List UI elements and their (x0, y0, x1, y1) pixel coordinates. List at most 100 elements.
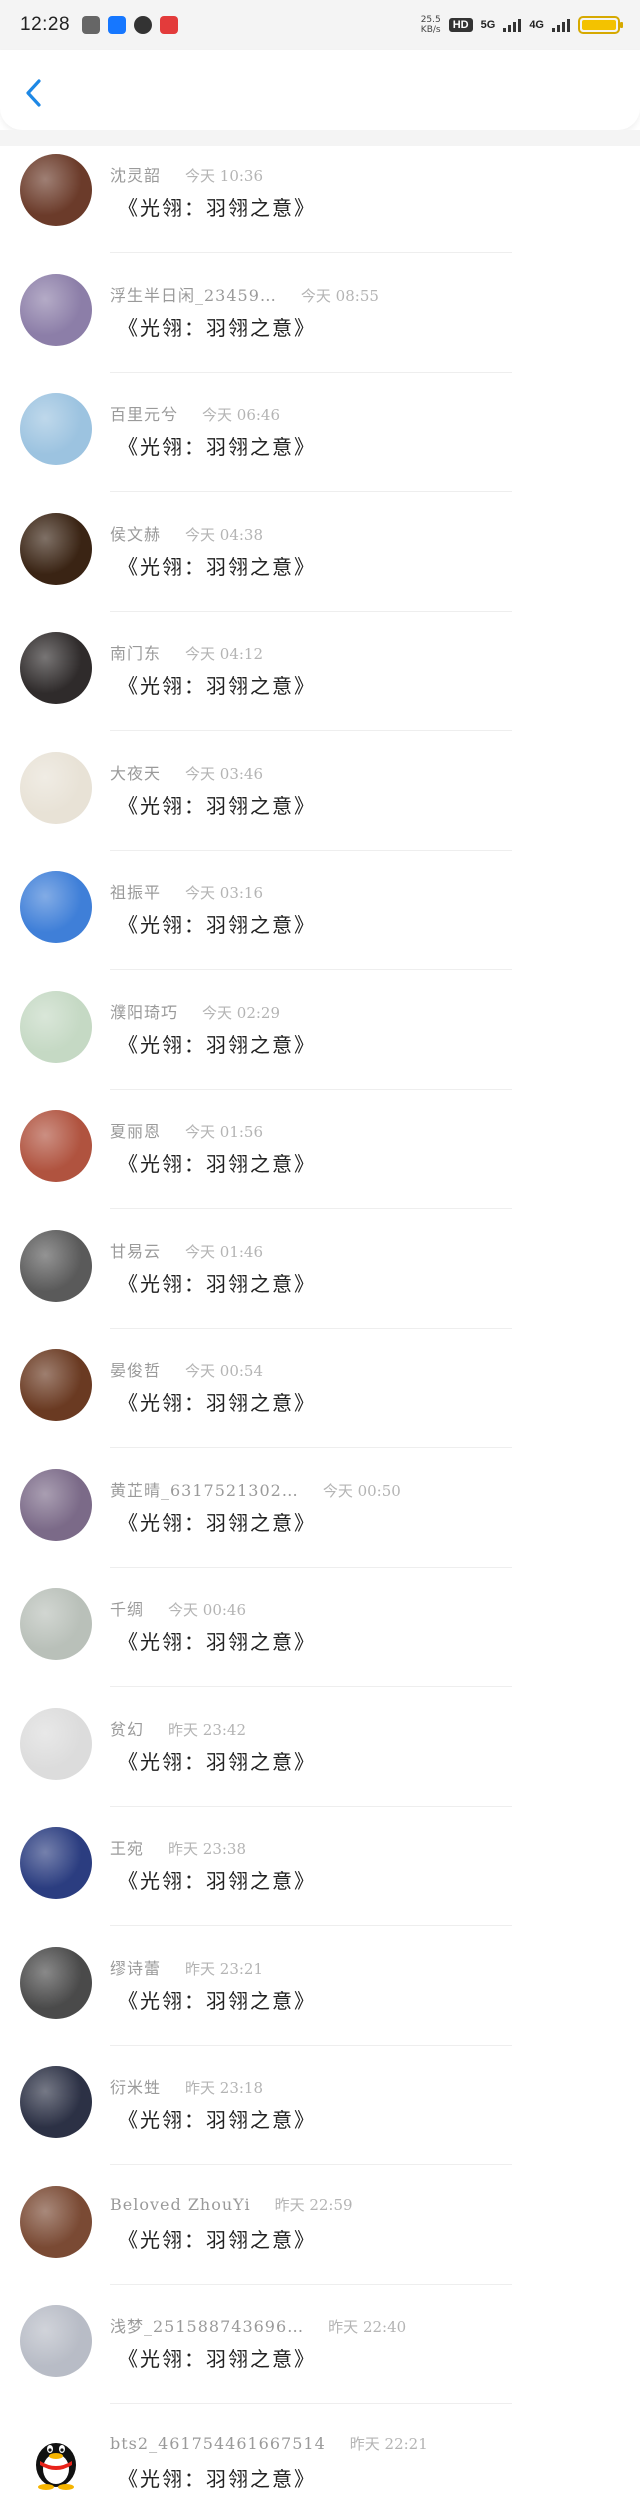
list-item[interactable]: 贫幻 昨天 23:42 《光翎：羽翎之意》 (0, 1702, 640, 1822)
message-text: 《光翎：羽翎之意》 (118, 1152, 316, 1176)
list-item[interactable]: 大夜天 今天 03:46 《光翎：羽翎之意》 (0, 746, 640, 866)
message-text: 《光翎：羽翎之意》 (118, 1391, 316, 1415)
avatar[interactable] (20, 1946, 92, 2019)
avatar[interactable] (20, 871, 92, 943)
item-meta: 南门东 今天 04:12 (110, 640, 263, 664)
back-button[interactable] (18, 76, 48, 110)
divider (110, 1208, 512, 1209)
item-meta: 黄芷晴_6317521302… 今天 00:50 (110, 1477, 401, 1501)
user-name[interactable]: 黄芷晴_6317521302… (110, 1477, 299, 1501)
user-name[interactable]: 沈灵韶 (110, 162, 161, 186)
message-text: 《光翎：羽翎之意》 (118, 1869, 316, 1893)
list-item[interactable]: 甘易云 今天 01:46 《光翎：羽翎之意》 (0, 1224, 640, 1344)
item-meta: 千绸 今天 00:46 (110, 1596, 246, 1620)
avatar[interactable] (20, 1827, 92, 1899)
avatar[interactable] (20, 990, 92, 1063)
message-text: 《光翎：羽翎之意》 (118, 1271, 316, 1296)
message-text: 《光翎：羽翎之意》 (118, 913, 316, 937)
message-text: 《光翎：羽翎之意》 (118, 793, 316, 818)
avatar[interactable] (20, 632, 92, 704)
list-item[interactable]: 缪诗蕾 昨天 23:21 《光翎：羽翎之意》 (0, 1941, 640, 2061)
user-name[interactable]: 祖振平 (110, 879, 161, 903)
divider (110, 371, 512, 373)
user-name[interactable]: 大夜天 (110, 760, 161, 784)
list-item[interactable]: Beloved ZhouYi 昨天 22:59 《光翎：羽翎之意》 (0, 2180, 640, 2300)
avatar[interactable] (20, 2305, 92, 2377)
message-time: 今天 00:54 (185, 1362, 264, 1380)
avatar[interactable] (20, 1229, 92, 1302)
user-name[interactable]: 浮生半日闲_23459… (110, 282, 277, 306)
avatar[interactable] (20, 393, 92, 465)
list-item[interactable]: 祖振平 今天 03:16 《光翎：羽翎之意》 (0, 865, 640, 985)
avatar[interactable] (20, 1707, 92, 1780)
user-name[interactable]: 侯文赫 (110, 521, 161, 545)
game-icon (82, 16, 101, 34)
avatar[interactable] (20, 273, 92, 346)
divider (110, 252, 512, 253)
divider (110, 2044, 512, 2046)
top-bar (0, 50, 640, 130)
divider (110, 1088, 512, 1090)
message-text: 《光翎：羽翎之意》 (118, 2108, 316, 2132)
message-time: 今天 01:46 (185, 1242, 264, 1261)
avatar[interactable] (20, 512, 92, 585)
message-text: 《光翎：羽翎之意》 (118, 1988, 316, 2013)
user-name[interactable]: 晏俊哲 (110, 1357, 161, 1381)
list-item[interactable]: 衍米甡 昨天 23:18 《光翎：羽翎之意》 (0, 2060, 640, 2180)
user-name[interactable]: 千绸 (110, 1596, 144, 1620)
avatar[interactable] (20, 1349, 92, 1421)
user-name[interactable]: 衍米甡 (110, 2074, 161, 2098)
divider (110, 1686, 512, 1687)
list-item[interactable]: 黄芷晴_6317521302… 今天 00:50 《光翎：羽翎之意》 (0, 1463, 640, 1583)
user-name[interactable]: 百里元兮 (110, 401, 178, 425)
message-time: 今天 04:12 (185, 645, 264, 663)
list-item[interactable]: 千绸 今天 00:46 《光翎：羽翎之意》 (0, 1582, 640, 1702)
header-separator (0, 130, 640, 146)
user-name[interactable]: 浅梦_251588743696… (110, 2313, 304, 2337)
list-item[interactable]: 王宛 昨天 23:38 《光翎：羽翎之意》 (0, 1821, 640, 1941)
item-meta: 濮阳琦巧 今天 02:29 (110, 999, 280, 1023)
user-name[interactable]: 南门东 (110, 640, 161, 664)
user-name[interactable]: bts2_4617544616675​14 (110, 2434, 326, 2453)
message-time: 昨天 22:40 (328, 2318, 407, 2336)
list-item[interactable]: 晏俊哲 今天 00:54 《光翎：羽翎之意》 (0, 1343, 640, 1463)
avatar[interactable] (20, 1588, 92, 1660)
user-name[interactable]: 夏丽恩 (110, 1118, 161, 1142)
list-item[interactable]: 夏丽恩 今天 01:56 《光翎：羽翎之意》 (0, 1104, 640, 1224)
avatar[interactable] (20, 1468, 92, 1541)
user-name[interactable]: 缪诗蕾 (110, 1955, 161, 1979)
divider (110, 849, 512, 851)
list-item[interactable]: 侯文赫 今天 04:38 《光翎：羽翎之意》 (0, 507, 640, 627)
item-meta: 晏俊哲 今天 00:54 (110, 1357, 263, 1381)
item-meta: 王宛 昨天 23:38 (110, 1835, 246, 1859)
message-text: 《光翎：羽翎之意》 (118, 554, 316, 579)
divider (110, 1447, 512, 1448)
list-item[interactable]: 浅梦_251588743696… 昨天 22:40 《光翎：羽翎之意》 (0, 2299, 640, 2419)
list-item[interactable]: 濮阳琦巧 今天 02:29 《光翎：羽翎之意》 (0, 985, 640, 1105)
message-text: 《光翎：羽翎之意》 (118, 435, 316, 459)
list-item[interactable]: 浮生半日闲_23459… 今天 08:55 《光翎：羽翎之意》 (0, 268, 640, 388)
user-name[interactable]: 贫幻 (110, 1716, 144, 1740)
divider (110, 2164, 512, 2165)
message-time: 昨天 23:18 (185, 2079, 264, 2097)
item-meta: 大夜天 今天 03:46 (110, 760, 263, 784)
list-item[interactable]: 南门东 今天 04:12 《光翎：羽翎之意》 (0, 626, 640, 746)
avatar[interactable] (20, 2424, 92, 2497)
list-item[interactable]: bts2_4617544616675​14 昨天 22:21 《光翎：羽翎之意》 (0, 2419, 640, 2514)
avatar[interactable] (20, 2066, 92, 2138)
avatar[interactable] (20, 1110, 92, 1182)
list-item[interactable]: 百里元兮 今天 06:46 《光翎：羽翎之意》 (0, 387, 640, 507)
hd-badge: HD (448, 18, 473, 32)
user-name[interactable]: 濮阳琦巧 (110, 999, 178, 1023)
user-name[interactable]: 王宛 (110, 1835, 144, 1859)
user-name[interactable]: 甘易云 (110, 1238, 161, 1262)
list-item[interactable]: 沈灵韶 今天 10:36 《光翎：羽翎之意》 (0, 148, 640, 268)
message-time: 今天 08:55 (300, 286, 379, 305)
avatar[interactable] (20, 751, 92, 824)
message-time: 今天 01:56 (185, 1123, 264, 1141)
signal-icon (503, 18, 522, 32)
avatar[interactable] (20, 2185, 92, 2258)
message-time: 今天 02:29 (202, 1003, 281, 1022)
avatar[interactable] (20, 154, 92, 226)
user-name[interactable]: Beloved ZhouYi (110, 2195, 251, 2214)
